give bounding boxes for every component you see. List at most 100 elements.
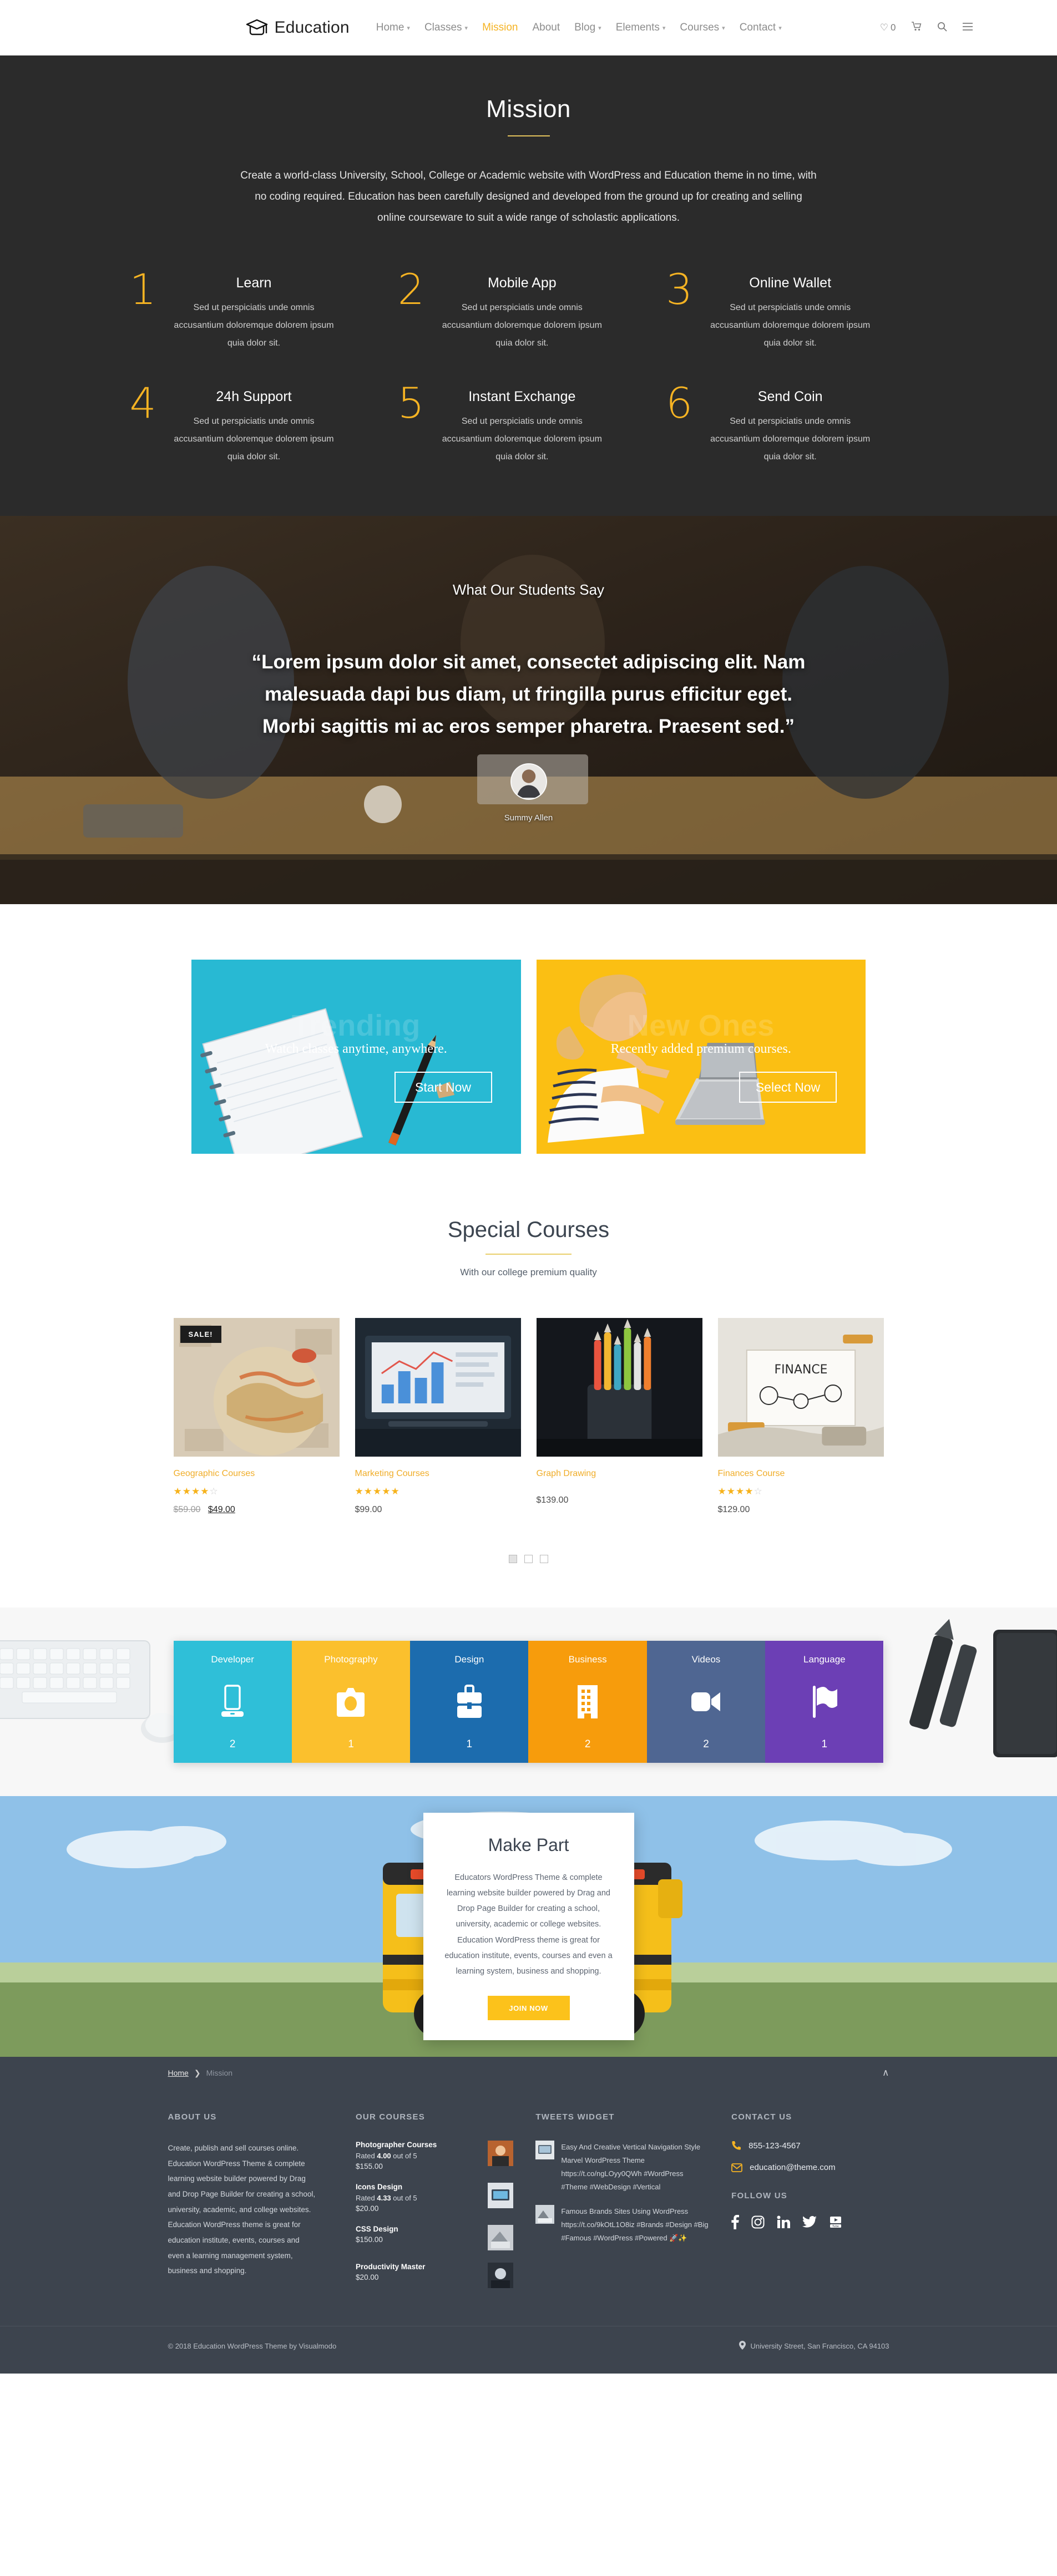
course-title[interactable]: Marketing Courses xyxy=(355,1469,521,1479)
breadcrumb-home-link[interactable]: Home xyxy=(168,2068,189,2077)
current-price: $139.00 xyxy=(536,1495,569,1505)
course-thumbnail[interactable]: FINANCE xyxy=(717,1318,884,1457)
twitter-icon[interactable] xyxy=(802,2216,817,2228)
category-tile-photography[interactable]: Photography 1 xyxy=(291,1641,411,1763)
category-tile-developer[interactable]: Developer 2 xyxy=(173,1641,292,1763)
course-price: $139.00 xyxy=(537,1495,702,1505)
old-price: $59.00 xyxy=(173,1505,201,1514)
site-header: Education Home ▾ Classes ▾ Mission About xyxy=(0,0,1057,55)
contact-email-row[interactable]: education@theme.com xyxy=(731,2163,889,2172)
linkedin-icon[interactable] xyxy=(777,2215,791,2229)
search-button[interactable] xyxy=(937,22,947,34)
category-tiles: Developer 2 Photography 1 Design 1 Busin… xyxy=(173,1641,884,1763)
promo-card-new-ones[interactable]: New Ones Recently added premium courses.… xyxy=(536,960,866,1154)
footer-course-price: $20.00 xyxy=(356,2204,379,2213)
rating-stars: ★★★★☆ xyxy=(717,1486,763,1497)
nav-label: About xyxy=(532,22,560,33)
course-title[interactable]: Finances Course xyxy=(718,1469,884,1479)
course-thumbnail[interactable] xyxy=(536,1318,702,1457)
promo-subtitle: Watch classes anytime, anywhere. xyxy=(265,1042,447,1056)
feature-text: Sed ut perspiciatis unde omnis accusanti… xyxy=(174,417,334,462)
footer-course-item[interactable]: Photographer Courses Rated 4.00 out of 5… xyxy=(356,2141,514,2171)
start-now-button[interactable]: Start Now xyxy=(394,1072,492,1103)
current-price: $99.00 xyxy=(355,1505,382,1514)
wishlist-button[interactable]: ♡ 0 xyxy=(880,22,896,33)
promo-card-trending[interactable]: Trending Watch classes anytime, anywhere… xyxy=(191,960,521,1154)
svg-text:Tube: Tube xyxy=(832,2225,839,2228)
course-card[interactable]: Marketing Courses ★★★★★ $99.00 xyxy=(355,1318,521,1515)
feature-item-24h-support: 4 24h Support Sed ut perspiciatis unde o… xyxy=(127,382,395,466)
footer-bottom-bar: © 2018 Education WordPress Theme by Visu… xyxy=(0,2326,1057,2374)
video-camera-icon xyxy=(690,1682,721,1722)
feature-number: 5 xyxy=(397,378,424,428)
category-count: 2 xyxy=(584,1738,591,1750)
rated-value: 4.33 xyxy=(377,2194,391,2202)
carousel-dot-1[interactable] xyxy=(509,1555,517,1563)
tweet-item[interactable]: Famous Brands Sites Using WordPress http… xyxy=(535,2205,709,2245)
location-pin-icon xyxy=(739,2341,746,2351)
page-title: Mission xyxy=(486,95,571,123)
youtube-icon[interactable]: Tube xyxy=(829,2215,842,2229)
feature-text: Sed ut perspiciatis unde omnis accusanti… xyxy=(710,417,871,462)
category-tile-language[interactable]: Language 1 xyxy=(765,1641,884,1763)
nav-item-contact[interactable]: Contact ▾ xyxy=(740,22,782,34)
course-thumbnail[interactable] xyxy=(355,1318,521,1457)
breadcrumb-separator-icon: ❯ xyxy=(194,2068,201,2077)
footer-heading: OUR COURSES xyxy=(356,2112,425,2122)
feature-item-learn: 1 Learn Sed ut perspiciatis unde omnis a… xyxy=(127,265,395,352)
category-tile-design[interactable]: Design 1 xyxy=(410,1641,529,1763)
footer-course-thumbnail xyxy=(488,2141,514,2166)
scroll-to-top-icon[interactable]: ∧ xyxy=(882,2067,889,2078)
social-links: Tube xyxy=(731,2215,889,2229)
chevron-down-icon: ▾ xyxy=(778,24,782,32)
feature-grid: 1 Learn Sed ut perspiciatis unde omnis a… xyxy=(127,265,931,466)
svg-text:FINANCE: FINANCE xyxy=(774,1363,827,1377)
nav-item-courses[interactable]: Courses ▾ xyxy=(680,22,725,34)
facebook-icon[interactable] xyxy=(731,2215,740,2229)
hamburger-menu-button[interactable] xyxy=(962,22,973,33)
nav-item-mission[interactable]: Mission xyxy=(482,22,518,34)
feature-number: 2 xyxy=(397,265,424,314)
course-thumbnail[interactable]: SALE! xyxy=(173,1318,340,1457)
course-card[interactable]: SALE! Geographic Courses ★★★★☆ $59.00 $4… xyxy=(173,1318,340,1515)
category-tile-business[interactable]: Business 2 xyxy=(528,1641,647,1763)
category-count: 2 xyxy=(229,1738,236,1750)
footer-course-item[interactable]: Icons Design Rated 4.33 out of 5 $20.00 xyxy=(356,2183,514,2213)
course-title[interactable]: Graph Drawing xyxy=(537,1469,702,1479)
nav-item-classes[interactable]: Classes ▾ xyxy=(424,22,468,34)
chevron-down-icon: ▾ xyxy=(722,24,725,32)
nav-label: Blog xyxy=(574,22,596,33)
category-tile-videos[interactable]: Videos 2 xyxy=(646,1641,766,1763)
special-courses-section: Special Courses With our college premium… xyxy=(0,1218,1057,1563)
course-price: $99.00 xyxy=(355,1505,521,1515)
copyright-text: © 2018 Education WordPress Theme by Visu… xyxy=(168,2342,337,2350)
site-footer: ABOUT US Create, publish and sell course… xyxy=(0,2089,1057,2374)
course-title[interactable]: Geographic Courses xyxy=(174,1469,340,1479)
nav-item-home[interactable]: Home ▾ xyxy=(376,22,410,34)
feature-number: 1 xyxy=(129,265,156,314)
select-now-button[interactable]: Select Now xyxy=(739,1072,837,1103)
mission-hero-section: Mission Create a world-class University,… xyxy=(0,55,1057,516)
contact-phone-row[interactable]: 855-123-4567 xyxy=(731,2141,889,2151)
footer-course-item[interactable]: CSS Design $150.00 xyxy=(356,2225,514,2250)
carousel-dot-2[interactable] xyxy=(524,1555,533,1563)
course-card[interactable]: FINANCE Finances Course ★★★★☆ $129.00 xyxy=(717,1318,884,1515)
instagram-icon[interactable] xyxy=(751,2215,765,2229)
flag-icon xyxy=(811,1682,838,1722)
rated-suffix: out of 5 xyxy=(391,2152,417,2160)
course-card[interactable]: Graph Drawing $139.00 xyxy=(536,1318,702,1515)
rating-stars: ★★★★★ xyxy=(355,1486,400,1497)
join-now-button[interactable]: JOIN NOW xyxy=(487,1996,570,2021)
nav-item-about[interactable]: About xyxy=(532,22,560,34)
cart-button[interactable] xyxy=(911,22,922,34)
carousel-dot-3[interactable] xyxy=(540,1555,548,1563)
footer-course-item[interactable]: Productivity Master $20.00 xyxy=(356,2263,514,2288)
footer-column-about: ABOUT US Create, publish and sell course… xyxy=(168,2112,334,2300)
nav-item-elements[interactable]: Elements ▾ xyxy=(616,22,666,34)
tweet-item[interactable]: Easy And Creative Vertical Navigation St… xyxy=(535,2141,709,2194)
nav-item-blog[interactable]: Blog ▾ xyxy=(574,22,601,34)
carousel-dots xyxy=(0,1555,1057,1563)
avatar xyxy=(510,763,547,800)
brand-logo-group[interactable]: Education xyxy=(246,18,350,37)
feature-title: 24h Support xyxy=(216,389,292,404)
